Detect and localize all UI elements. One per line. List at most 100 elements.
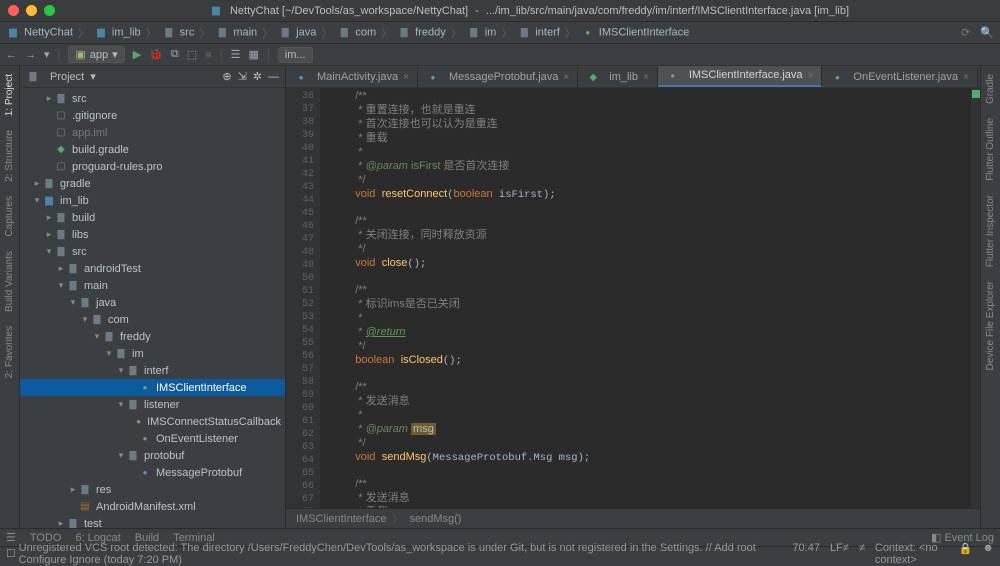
line-separator[interactable]: LF≠: [830, 542, 849, 566]
tree-twisty-icon[interactable]: ▸: [44, 229, 54, 240]
tree-node[interactable]: ▾protobuf: [20, 447, 285, 464]
tree-node[interactable]: ▸libs: [20, 226, 285, 243]
breadcrumb-segment[interactable]: com: [355, 26, 376, 38]
editor-tab[interactable]: MainActivity.java×: [286, 67, 418, 87]
close-tab-icon[interactable]: ×: [643, 72, 649, 83]
profile-icon[interactable]: ⧉: [171, 48, 179, 61]
breadcrumb-segment[interactable]: freddy: [415, 26, 446, 38]
tree-node[interactable]: ▸src: [20, 90, 285, 107]
hector-icon[interactable]: ☻: [982, 542, 994, 566]
tree-twisty-icon[interactable]: ▸: [68, 484, 78, 495]
tool-stripe-button[interactable]: 2: Structure: [4, 130, 15, 182]
tree-node[interactable]: app.iml: [20, 124, 285, 141]
tree-node[interactable]: ▸test: [20, 515, 285, 528]
status-message[interactable]: Unregistered VCS root detected: The dire…: [19, 542, 793, 566]
tool-stripe-button[interactable]: Captures: [4, 196, 15, 237]
breadcrumb-segment[interactable]: NettyChat: [24, 26, 73, 38]
breadcrumb-segment[interactable]: im: [485, 26, 497, 38]
tree-twisty-icon[interactable]: ▾: [56, 280, 66, 291]
tree-twisty-icon[interactable]: ▾: [116, 450, 126, 461]
traffic-lights[interactable]: [8, 5, 55, 16]
gear-icon[interactable]: ✲: [253, 70, 262, 83]
tree-node[interactable]: ▸build: [20, 209, 285, 226]
editor-crumb[interactable]: IMSClientInterface: [296, 513, 386, 525]
tree-twisty-icon[interactable]: ▸: [44, 212, 54, 223]
lock-icon[interactable]: 🔒: [959, 542, 973, 566]
tree-node[interactable]: ▸androidTest: [20, 260, 285, 277]
hammer-icon[interactable]: ▾: [44, 48, 50, 61]
tool-stripe-button[interactable]: Flutter Inspector: [985, 195, 996, 267]
sync-icon[interactable]: ⟳: [961, 26, 970, 39]
tool-stripe-button[interactable]: 2: Favorites: [4, 326, 15, 378]
avd-icon[interactable]: ☰: [231, 48, 241, 61]
tool-stripe-button[interactable]: Flutter Outline: [985, 118, 996, 181]
breadcrumb-segment[interactable]: im_lib: [112, 26, 141, 38]
breadcrumb-segment[interactable]: java: [296, 26, 316, 38]
tree-node[interactable]: ▸gradle: [20, 175, 285, 192]
tree-twisty-icon[interactable]: ▾: [68, 297, 78, 308]
close-window-icon[interactable]: [8, 5, 19, 16]
tree-node[interactable]: IMSConnectStatusCallback: [20, 413, 285, 430]
hide-icon[interactable]: —: [268, 71, 279, 83]
stop-icon[interactable]: ■: [205, 49, 212, 61]
tree-node[interactable]: ▾src: [20, 243, 285, 260]
tool-stripe-button[interactable]: Device File Explorer: [985, 281, 996, 370]
editor-tab[interactable]: MessageProtobuf.java×: [418, 67, 578, 87]
tree-twisty-icon[interactable]: ▾: [44, 246, 54, 257]
breadcrumb-segment[interactable]: main: [233, 26, 257, 38]
tree-twisty-icon[interactable]: ▸: [56, 263, 66, 274]
tree-node[interactable]: OnEventListener: [20, 430, 285, 447]
tree-node[interactable]: ▾com: [20, 311, 285, 328]
project-tree[interactable]: ▸src.gitignoreapp.imlbuild.gradleproguar…: [20, 88, 285, 528]
tree-node[interactable]: AndroidManifest.xml: [20, 498, 285, 515]
module-selector[interactable]: im...: [278, 47, 313, 63]
tool-stripe-button[interactable]: Build Variants: [4, 251, 15, 312]
tree-twisty-icon[interactable]: ▸: [32, 178, 42, 189]
tree-node[interactable]: ▾java: [20, 294, 285, 311]
tree-twisty-icon[interactable]: ▸: [56, 518, 66, 528]
tree-node[interactable]: ▸res: [20, 481, 285, 498]
breadcrumb-segment[interactable]: interf: [535, 26, 559, 38]
tree-twisty-icon[interactable]: ▸: [44, 93, 54, 104]
tree-twisty-icon[interactable]: ▾: [92, 331, 102, 342]
error-stripe[interactable]: [970, 88, 980, 508]
tree-twisty-icon[interactable]: ▾: [116, 399, 126, 410]
editor-tab[interactable]: IMSClientInterface.java×: [658, 66, 823, 87]
close-tab-icon[interactable]: ×: [563, 72, 569, 83]
editor-tabs[interactable]: MainActivity.java×MessageProtobuf.java×i…: [286, 66, 980, 88]
tree-twisty-icon[interactable]: ▾: [80, 314, 90, 325]
target-icon[interactable]: ⊕: [222, 70, 231, 83]
minimize-window-icon[interactable]: [26, 5, 37, 16]
forward-icon[interactable]: →: [25, 49, 36, 61]
editor-crumb[interactable]: sendMsg(): [409, 513, 461, 525]
run-config-selector[interactable]: ▣ app ▾: [68, 46, 124, 63]
tree-node[interactable]: IMSClientInterface: [20, 379, 285, 396]
tree-node[interactable]: ▾main: [20, 277, 285, 294]
tree-node[interactable]: build.gradle: [20, 141, 285, 158]
debug-icon[interactable]: 🐞: [149, 48, 163, 61]
breadcrumb-segment[interactable]: IMSClientInterface: [599, 26, 689, 38]
tool-stripe-button[interactable]: Gradle: [985, 74, 996, 104]
tree-twisty-icon[interactable]: ▾: [116, 365, 126, 376]
tree-node[interactable]: ▾im_lib: [20, 192, 285, 209]
tree-node[interactable]: ▾freddy: [20, 328, 285, 345]
caret-position[interactable]: 70:47: [792, 542, 820, 566]
search-icon[interactable]: 🔍: [980, 26, 994, 39]
tree-node[interactable]: proguard-rules.pro: [20, 158, 285, 175]
run-icon[interactable]: ▶: [133, 48, 141, 61]
close-tab-icon[interactable]: ×: [403, 72, 409, 83]
sdk-icon[interactable]: ▦: [249, 48, 259, 61]
collapse-icon[interactable]: ⇲: [238, 70, 247, 83]
breadcrumb[interactable]: NettyChat〉im_lib〉src〉main〉java〉com〉fredd…: [6, 25, 689, 41]
tree-twisty-icon[interactable]: ▾: [32, 195, 42, 206]
zoom-window-icon[interactable]: [44, 5, 55, 16]
messages-icon[interactable]: ☰: [6, 531, 16, 544]
context-label[interactable]: Context: <no context>: [875, 542, 949, 566]
tree-node[interactable]: ▾im: [20, 345, 285, 362]
editor-tab[interactable]: im_lib×: [578, 67, 658, 87]
attach-icon[interactable]: ⬚: [187, 48, 197, 61]
tree-twisty-icon[interactable]: ▾: [104, 348, 114, 359]
tree-node[interactable]: .gitignore: [20, 107, 285, 124]
breadcrumb-segment[interactable]: src: [180, 26, 195, 38]
tree-node[interactable]: ▾interf: [20, 362, 285, 379]
